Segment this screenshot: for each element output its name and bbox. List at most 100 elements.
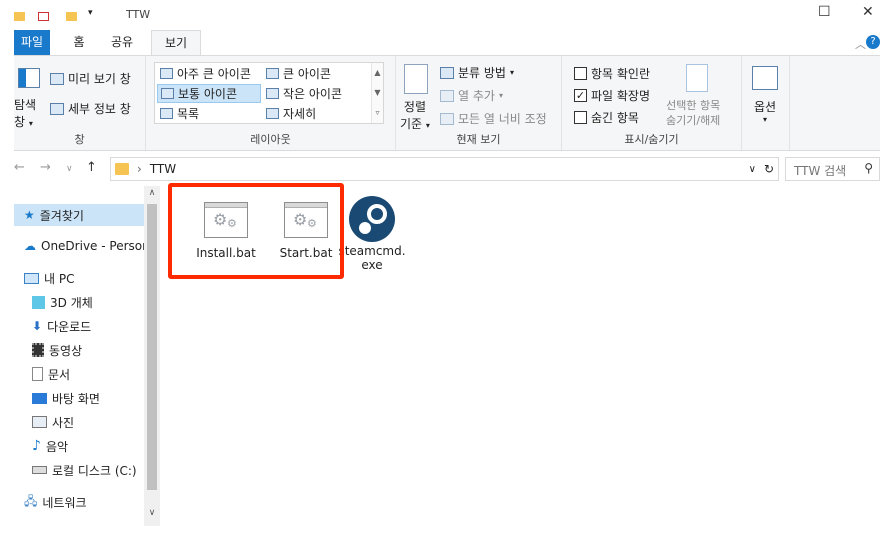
music-icon: ♪ [32, 438, 41, 454]
maximize-icon[interactable]: ☐ [818, 4, 831, 20]
scroll-down-icon[interactable]: ∨ [144, 508, 160, 518]
layout-medium-icons[interactable]: 보통 아이콘 [157, 84, 261, 103]
list-icon [160, 108, 173, 119]
nav-item-onedrive[interactable]: ☁ OneDrive - Persor [14, 235, 144, 257]
forward-icon[interactable]: → [40, 160, 51, 175]
address-row: ← → ∨ ↑ › TTW ∨ ↻ TTW 검색 ⚲ [14, 156, 880, 182]
group-by-icon [440, 66, 454, 79]
tab-home[interactable]: 홈 [66, 30, 92, 55]
network-icon: 🖧 [24, 493, 38, 508]
nav-item-videos[interactable]: 동영상 [14, 339, 144, 361]
options-icon [752, 66, 778, 90]
group-current-view: 정렬 기준 ▾ 분류 방법 ▾ 열 추가 ▾ 모든 열 너비 조정 현재 보기 [396, 56, 562, 150]
scroll-down-icon[interactable]: ▼ [372, 83, 383, 103]
details-pane-button[interactable]: 세부 정보 창 [50, 100, 131, 117]
folder-icon [14, 12, 25, 21]
close-icon[interactable]: ✕ [862, 4, 874, 20]
address-path[interactable]: TTW [150, 162, 176, 176]
nav-item-music[interactable]: ♪ 음악 [14, 435, 144, 457]
layout-extra-large-icons[interactable]: 아주 큰 아이콘 [157, 64, 254, 83]
tab-share[interactable]: 공유 [106, 30, 138, 55]
address-bar[interactable]: › TTW ∨ ↻ [110, 157, 779, 181]
refresh-icon[interactable]: ↻ [764, 162, 774, 176]
item-checkboxes-checkbox[interactable] [574, 67, 587, 80]
pc-icon [24, 272, 39, 284]
dropdown-icon: ▾ [498, 91, 503, 100]
nav-item-this-pc[interactable]: 내 PC [14, 267, 144, 289]
nav-pane-icon [18, 68, 40, 88]
steam-icon [349, 196, 395, 242]
hide-selected-button[interactable]: 선택한 항목 숨기기/해제 [666, 98, 720, 128]
nav-item-local-disk[interactable]: 로컬 디스크 (C:) [14, 459, 144, 481]
group-layout: 아주 큰 아이콘 큰 아이콘 보통 아이콘 작은 아이콘 목록 자세히 ▲ ▼ ▿ … [146, 56, 396, 150]
tab-view[interactable]: 보기 [151, 30, 201, 56]
size-columns-icon [440, 112, 454, 125]
group-label-show-hide: 표시/숨기기 [624, 133, 679, 146]
disk-icon [32, 466, 47, 474]
layout-gallery: 아주 큰 아이콘 큰 아이콘 보통 아이콘 작은 아이콘 목록 자세히 ▲ ▼ ▿ [154, 62, 384, 124]
scrollbar-thumb[interactable] [147, 204, 157, 490]
scroll-up-icon[interactable]: ∧ [144, 188, 160, 198]
file-extensions-toggle[interactable]: ✓ 파일 확장명 [574, 87, 650, 104]
quick-access-dropdown-icon[interactable]: ▾ [88, 8, 93, 18]
nav-item-quick-access[interactable]: ★ 즐겨찾기 [14, 204, 144, 226]
nav-pane-button[interactable]: 탐색 창 ▾ [14, 96, 36, 130]
group-by-button[interactable]: 분류 방법 ▾ [440, 64, 514, 81]
hidden-items-toggle[interactable]: 숨긴 항목 [574, 109, 639, 126]
desktop-icon [32, 392, 47, 404]
up-icon[interactable]: ↑ [86, 160, 97, 175]
ribbon: 탐색 창 ▾ 미리 보기 창 세부 정보 창 창 아주 큰 아이콘 큰 아이콘 … [14, 55, 880, 151]
large-icons-icon [266, 68, 279, 79]
folder-icon [115, 163, 129, 175]
back-icon[interactable]: ← [14, 160, 25, 175]
chevron-right-icon[interactable]: › [137, 162, 142, 176]
file-name-line2: exe [361, 258, 383, 272]
search-input[interactable]: TTW 검색 ⚲ [785, 157, 880, 181]
window-title: TTW [126, 8, 151, 21]
group-label-pane: 창 [74, 133, 85, 146]
group-pane: 탐색 창 ▾ 미리 보기 창 세부 정보 창 창 [14, 56, 146, 150]
nav-item-network[interactable]: 🖧 네트워크 [14, 491, 144, 513]
picture-icon [32, 416, 47, 428]
status-bar [14, 528, 880, 546]
preview-pane-button[interactable]: 미리 보기 창 [50, 70, 131, 87]
recent-locations-icon[interactable]: ∨ [66, 164, 73, 174]
hidden-items-checkbox[interactable] [574, 111, 587, 124]
item-checkboxes-toggle[interactable]: 항목 확인란 [574, 65, 650, 82]
layout-gallery-scroll[interactable]: ▲ ▼ ▿ [371, 63, 383, 123]
properties-icon[interactable] [38, 12, 49, 21]
title-bar: ▾ TTW ☐ ✕ [14, 0, 880, 30]
search-icon: ⚲ [864, 161, 873, 175]
dropdown-icon: ▾ [509, 68, 514, 77]
file-name-line1: steamcmd. [338, 244, 406, 258]
file-item-steamcmd-exe[interactable]: steamcmd. exe [334, 196, 410, 272]
sort-by-button[interactable]: 정렬 기준 ▾ [400, 98, 430, 132]
nav-pane-scrollbar[interactable]: ∧ ∨ [144, 186, 160, 526]
help-icon[interactable]: ? [866, 35, 880, 49]
nav-item-downloads[interactable]: ⬇ 다운로드 [14, 315, 144, 337]
expand-gallery-icon[interactable]: ▿ [372, 103, 383, 123]
layout-details[interactable]: 자세히 [263, 104, 319, 123]
layout-large-icons[interactable]: 큰 아이콘 [263, 64, 334, 83]
layout-list[interactable]: 목록 [157, 104, 202, 123]
address-dropdown-icon[interactable]: ∨ [749, 164, 756, 175]
nav-item-desktop[interactable]: 바탕 화면 [14, 387, 144, 409]
size-columns-button[interactable]: 모든 열 너비 조정 [440, 110, 547, 127]
layout-small-icons[interactable]: 작은 아이콘 [263, 84, 345, 103]
new-folder-icon[interactable] [66, 12, 77, 21]
options-button[interactable]: 옵션 ▾ [754, 98, 776, 124]
nav-item-3d-objects[interactable]: 3D 개체 [14, 291, 144, 313]
nav-item-pictures[interactable]: 사진 [14, 411, 144, 433]
add-columns-icon [440, 89, 454, 102]
small-icons-icon [266, 88, 279, 99]
nav-item-documents[interactable]: 문서 [14, 363, 144, 385]
tab-file[interactable]: 파일 [14, 30, 50, 55]
group-options: 옵션 ▾ [742, 56, 790, 150]
add-columns-button[interactable]: 열 추가 ▾ [440, 87, 503, 104]
scroll-up-icon[interactable]: ▲ [372, 63, 383, 83]
group-label-layout: 레이아웃 [250, 133, 291, 146]
details-pane-icon [50, 102, 64, 115]
explorer-window: ▾ TTW ☐ ✕ 파일 홈 공유 보기 ︿ ? 탐색 창 ▾ 미리 보기 창 … [14, 0, 880, 546]
collapse-ribbon-icon[interactable]: ︿ [855, 36, 866, 52]
file-extensions-checkbox[interactable]: ✓ [574, 89, 587, 102]
